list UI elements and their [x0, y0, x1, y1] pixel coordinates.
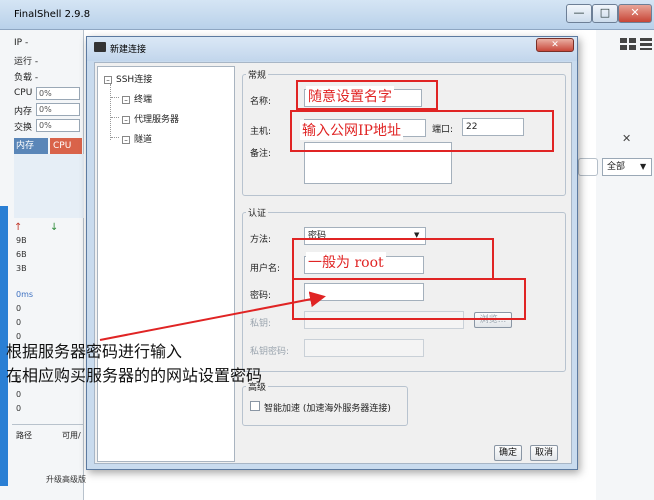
caption-line-1: 根据服务器密码进行输入 [6, 342, 183, 361]
caption-line-2: 在相应购买服务器的的网站设置密码 [6, 366, 263, 385]
annotation-arrow [99, 291, 326, 341]
